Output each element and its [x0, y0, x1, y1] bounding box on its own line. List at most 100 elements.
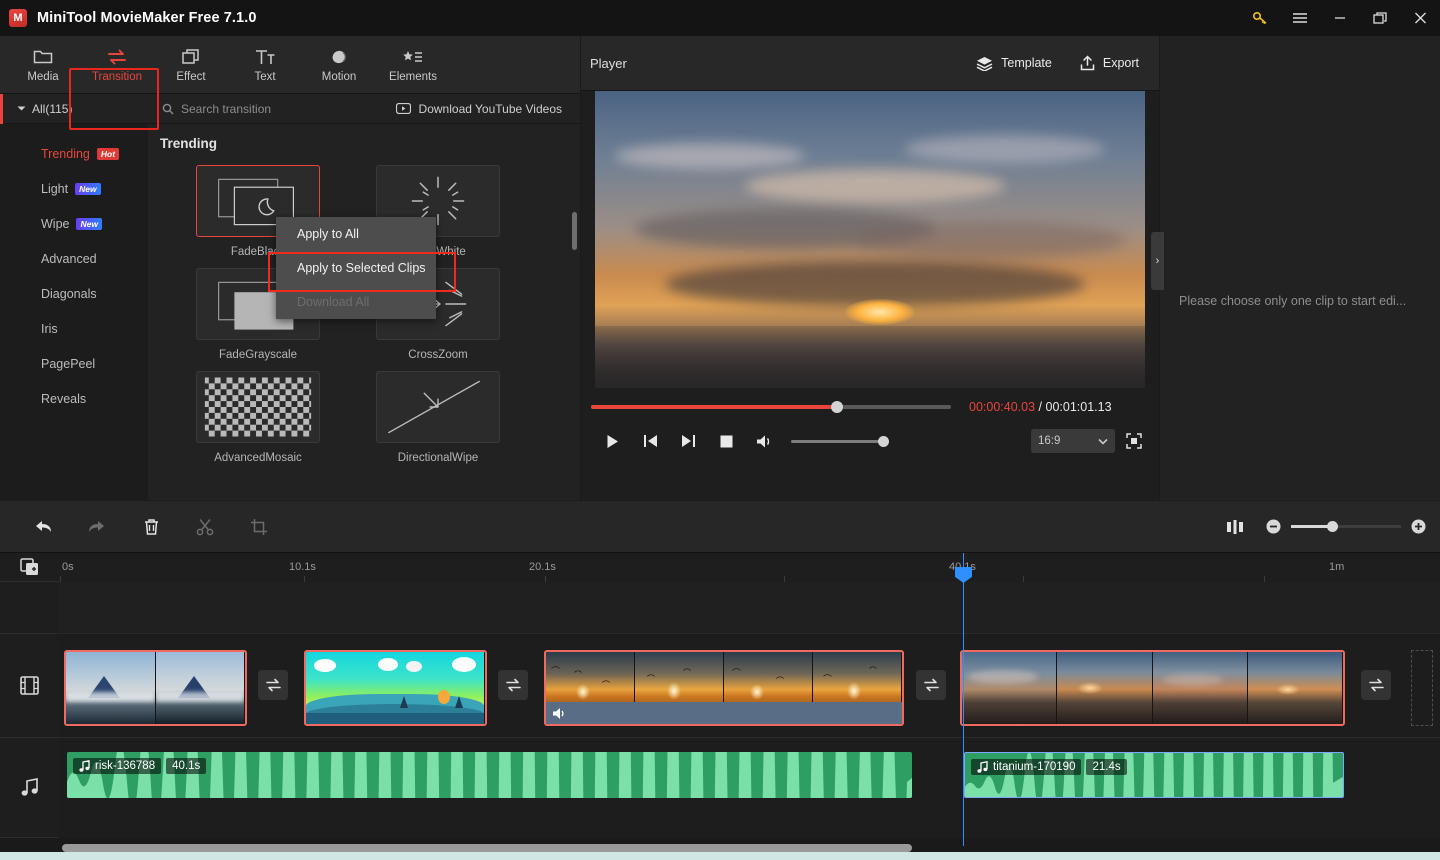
transition-label: DirectionalWipe — [397, 452, 479, 464]
youtube-icon — [395, 103, 411, 114]
right-properties-panel: › Please choose only one clip to start e… — [1151, 36, 1440, 500]
seek-progress — [591, 405, 838, 409]
tab-effect-label: Effect — [176, 70, 206, 83]
aspect-ratio-select[interactable]: 16:9 — [1031, 429, 1115, 453]
timeline-audio-clip-risk[interactable]: risk-136788 40.1s — [67, 752, 912, 798]
playhead[interactable] — [955, 553, 972, 846]
timeline-horizontal-scrollbar[interactable] — [62, 844, 912, 852]
category-item-advanced[interactable]: Advanced — [0, 241, 148, 276]
tab-media[interactable]: Media — [6, 38, 80, 92]
all-transitions-dropdown[interactable]: All(115) — [0, 93, 148, 124]
transition-label: FadeGrayscale — [219, 349, 297, 361]
timeline-audio-clip-titanium[interactable]: titanium-170190 21.4s — [964, 752, 1344, 798]
category-item-diagonals[interactable]: Diagonals — [0, 276, 148, 311]
tab-motion[interactable]: Motion — [302, 38, 376, 92]
split-view-icon[interactable] — [1226, 519, 1244, 535]
key-icon[interactable] — [1240, 0, 1280, 36]
category-item-pagepeel[interactable]: PagePeel — [0, 346, 148, 381]
timeline-clip-birds[interactable]: ︵ ︵ ︵ ︵ ︵ ︵ ︵ ︵ ︵ — [544, 650, 904, 726]
category-item-trending[interactable]: Trending Hot — [0, 136, 148, 171]
seek-bar[interactable] — [591, 401, 951, 413]
add-media-button[interactable] — [0, 553, 59, 582]
tab-effect[interactable]: Effect — [154, 38, 228, 92]
tab-text[interactable]: Text — [228, 38, 302, 92]
audio-track[interactable]: risk-136788 40.1s titanium-170190 21.4s — [59, 738, 1440, 838]
timeline-clip-dusk[interactable] — [960, 650, 1345, 726]
transition-icon — [106, 47, 128, 67]
motion-icon — [329, 47, 349, 67]
category-item-wipe[interactable]: Wipe New — [0, 206, 148, 241]
template-button[interactable]: Template — [976, 56, 1052, 71]
audio-track-icon[interactable] — [0, 738, 59, 838]
zoom-out-button[interactable] — [1266, 519, 1281, 534]
tab-motion-label: Motion — [321, 70, 357, 83]
transition-marker-4[interactable] — [1361, 670, 1391, 700]
context-menu-item-apply-to-all[interactable]: Apply to All — [276, 217, 436, 251]
search-placeholder: Search transition — [181, 101, 272, 116]
tab-transition[interactable]: Transition — [80, 38, 154, 92]
player-controls: 00:00:40.03 / 00:01:01.13 16:9 — [581, 388, 1159, 500]
previous-frame-button[interactable] — [631, 428, 669, 454]
volume-slider[interactable] — [791, 435, 889, 447]
timeline-clip-sailboat[interactable] — [304, 650, 487, 726]
panel-collapse-handle[interactable]: › — [1151, 232, 1164, 290]
crop-button[interactable] — [232, 501, 286, 553]
tab-elements[interactable]: Elements — [376, 38, 450, 92]
all-count-label: All(115) — [32, 101, 73, 116]
playback-button-row: 16:9 — [581, 414, 1159, 454]
fullscreen-button[interactable] — [1115, 428, 1153, 454]
close-icon[interactable] — [1400, 0, 1440, 36]
minimize-icon[interactable] — [1320, 0, 1360, 36]
context-menu-item-apply-to-selected-clips[interactable]: Apply to Selected Clips — [276, 251, 436, 285]
transition-label: CrossZoom — [408, 349, 468, 361]
timeline-clip-mountain[interactable] — [64, 650, 247, 726]
export-label: Export — [1102, 56, 1139, 70]
timeline-ruler[interactable]: 0s 10.1s 20.1s 40.1s 1m — [59, 553, 1440, 582]
timecode-display: 00:00:40.03 / 00:01:01.13 — [969, 400, 1112, 414]
left-library-panel: Media Transition Effect Text Motion Elem… — [0, 36, 580, 500]
search-transition-input[interactable]: Search transition — [162, 102, 271, 116]
category-item-reveals[interactable]: Reveals — [0, 381, 148, 416]
transition-marker-3[interactable] — [916, 670, 946, 700]
menu-icon[interactable] — [1280, 0, 1320, 36]
split-button[interactable] — [178, 501, 232, 553]
zoom-in-button[interactable] — [1411, 519, 1426, 534]
video-track[interactable]: ︵ ︵ ︵ ︵ ︵ ︵ ︵ ︵ ︵ — [59, 634, 1440, 738]
category-label: PagePeel — [41, 356, 96, 371]
context-menu-item-download-all: Download All — [276, 285, 436, 319]
properties-empty-message: Please choose only one clip to start edi… — [1179, 294, 1407, 308]
window-controls — [1240, 0, 1440, 36]
video-frame — [595, 91, 1145, 388]
timeline-panel: 0s 10.1s 20.1s 40.1s 1m — [0, 501, 1440, 860]
template-label: Template — [1001, 56, 1052, 70]
export-button[interactable]: Export — [1080, 55, 1139, 71]
seek-handle[interactable] — [831, 401, 843, 413]
clip-audio-strip[interactable] — [546, 702, 902, 724]
transition-item-directionalwipe[interactable]: DirectionalWipe — [376, 371, 500, 464]
transition-marker-1[interactable] — [258, 670, 288, 700]
stop-button[interactable] — [707, 428, 745, 454]
transition-thumb — [196, 371, 320, 443]
overlay-track[interactable] — [59, 582, 1440, 634]
zoom-handle[interactable] — [1327, 521, 1338, 532]
category-search-bar: All(115) Search transition Download YouT… — [0, 93, 580, 124]
undo-button[interactable] — [16, 501, 70, 553]
download-youtube-button[interactable]: Download YouTube Videos — [395, 102, 562, 116]
library-scrollbar[interactable] — [572, 212, 577, 250]
volume-handle[interactable] — [878, 435, 889, 447]
next-frame-button[interactable] — [669, 428, 707, 454]
maximize-icon[interactable] — [1360, 0, 1400, 36]
category-item-light[interactable]: Light New — [0, 171, 148, 206]
redo-button[interactable] — [70, 501, 124, 553]
category-item-iris[interactable]: Iris — [0, 311, 148, 346]
video-preview-area[interactable] — [581, 91, 1159, 388]
zoom-slider[interactable] — [1291, 521, 1401, 532]
transition-marker-2[interactable] — [498, 670, 528, 700]
volume-button[interactable] — [745, 428, 783, 454]
video-track-icon[interactable] — [0, 634, 59, 738]
delete-button[interactable] — [124, 501, 178, 553]
search-icon — [162, 103, 174, 114]
ruler-tick-label: 20.1s — [529, 561, 556, 573]
transition-item-advancedmosaic[interactable]: AdvancedMosaic — [196, 371, 320, 464]
play-button[interactable] — [593, 428, 631, 454]
